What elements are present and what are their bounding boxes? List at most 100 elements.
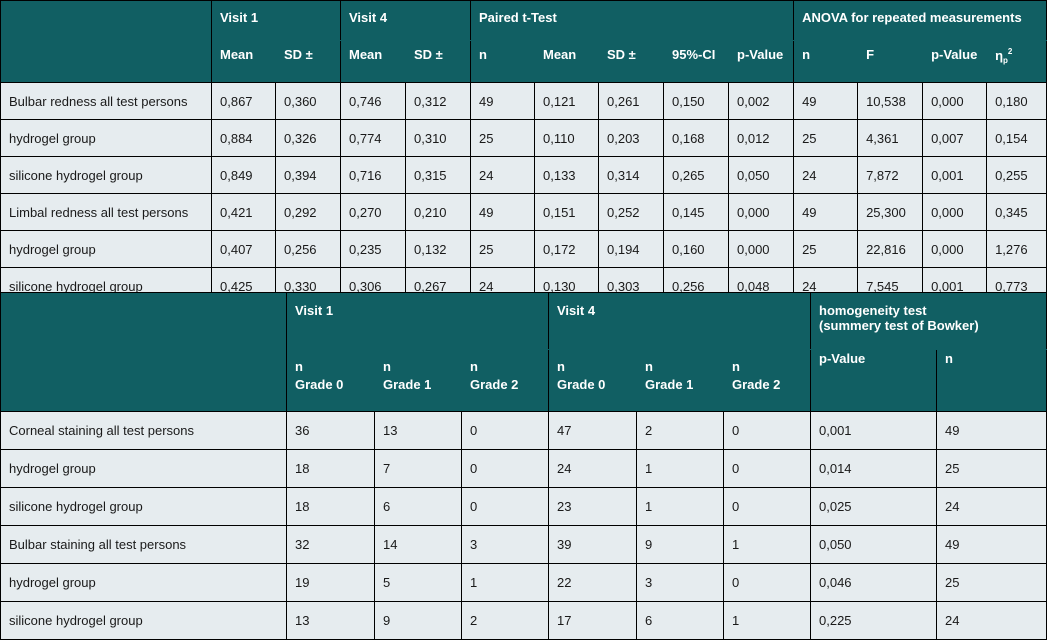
table-cell: 6 (374, 487, 462, 526)
table-cell: 0,345 (986, 193, 1048, 231)
row-label: Bulbar redness all test persons (0, 82, 212, 120)
table-cell: 0,716 (340, 156, 406, 194)
redness-table: Visit 1 Visit 4 Paired t-Test ANOVA for … (0, 0, 1048, 305)
table-cell: 0,252 (598, 193, 664, 231)
table-cell: 0,145 (663, 193, 729, 231)
table-cell: 24 (793, 156, 859, 194)
table-cell: 25 (793, 230, 859, 268)
table-cell: 0,151 (534, 193, 599, 231)
table-cell: 36 (286, 411, 375, 450)
table-cell: 0,000 (922, 82, 988, 120)
table-cell: 18 (286, 487, 375, 526)
table-cell: 0,000 (922, 193, 988, 231)
table-cell: 0,256 (275, 230, 341, 268)
row-label: hydrogel group (0, 449, 287, 488)
table-row: silicone hydrogel group 13 9 2 17 6 1 0,225 24 (0, 601, 1047, 640)
col-header-n-label: n (645, 359, 653, 374)
table-cell: 47 (548, 411, 637, 450)
staining-group-header-row: Visit 1 Visit 4 homogeneity test (summery… (0, 292, 1047, 412)
row-label: Bulbar staining all test persons (0, 525, 287, 564)
table-cell: 1 (636, 487, 724, 526)
table-cell: 0,270 (340, 193, 406, 231)
table-row: Bulbar staining all test persons 32 14 3 39 9… (0, 525, 1047, 564)
table-cell: 23 (548, 487, 637, 526)
table-cell: 0,001 (810, 411, 937, 450)
col-header-grade1: n Grade 1 (374, 349, 462, 412)
table-cell: 1 (636, 449, 724, 488)
table-cell: 24 (548, 449, 637, 488)
col-header-grade0: n Grade 0 (286, 349, 375, 412)
col-header-sd: SD ± (275, 40, 341, 83)
table-cell: 49 (936, 411, 1047, 450)
table-cell: 7,872 (857, 156, 924, 194)
table-cell: 0,000 (727, 230, 795, 268)
col-header-grade-label: Grade 2 (732, 377, 781, 392)
col-header-eta: ηp2 (986, 40, 1048, 83)
table-cell: 2 (636, 411, 724, 450)
col-header-n: n (470, 40, 535, 83)
col-header-grade2: n Grade 2 (461, 349, 549, 412)
col-header-sd: SD ± (598, 40, 664, 83)
col-header-p-value: p-Value (810, 349, 937, 412)
group-header-visit4: Visit 4 (548, 292, 811, 350)
col-header-n-label: n (383, 359, 391, 374)
table-cell: 0,360 (275, 82, 341, 120)
table-cell: 0,002 (727, 82, 795, 120)
table-cell: 25 (470, 230, 535, 268)
table-cell: 6 (636, 601, 724, 640)
table-cell: 0 (723, 487, 811, 526)
table-row: hydrogel group 19 5 1 22 3 0 0,046 25 (0, 563, 1047, 602)
table-cell: 9 (374, 601, 462, 640)
table-cell: 17 (548, 601, 637, 640)
redness-group-header-row: Visit 1 Visit 4 Paired t-Test ANOVA for … (0, 0, 1048, 83)
table-cell: 0,421 (211, 193, 276, 231)
table-cell: 0,110 (534, 119, 599, 157)
redness-table-body: Bulbar redness all test persons 0,867 0,36… (0, 82, 1048, 305)
table-row: hydrogel group 0,884 0,326 0,774 0,310 25 0,11… (0, 119, 1048, 157)
table-row: silicone hydrogel group 18 6 0 23 1 0 0,025 24 (0, 487, 1047, 526)
group-header-visit1: Visit 1 (211, 0, 341, 41)
table-cell: 25 (793, 119, 859, 157)
table-cell: 0,007 (922, 119, 988, 157)
table-cell: 0,000 (922, 230, 988, 268)
table-cell: 0,407 (211, 230, 276, 268)
group-header-visit1: Visit 1 (286, 292, 549, 350)
table-cell: 0,849 (211, 156, 276, 194)
col-header-mean: Mean (534, 40, 599, 83)
table-cell: 0,168 (663, 119, 729, 157)
col-header-grade-label: Grade 1 (645, 377, 694, 392)
table-cell: 25 (470, 119, 535, 157)
table-cell: 0,160 (663, 230, 729, 268)
table-cell: 0,774 (340, 119, 406, 157)
table-cell: 0,326 (275, 119, 341, 157)
col-header-grade-label: Grade 0 (557, 377, 606, 392)
group-header-anova: ANOVA for repeated measurements (793, 0, 1048, 41)
row-label: Limbal redness all test persons (0, 193, 212, 231)
col-header-grade-label: Grade 2 (470, 377, 519, 392)
table-cell: 0,014 (810, 449, 937, 488)
table-row: silicone hydrogel group 0,849 0,394 0,716 0,… (0, 156, 1048, 194)
group-header-homogeneity-test: homogeneity test (summery test of Bowker) (810, 292, 1047, 350)
table-cell: 7 (374, 449, 462, 488)
table-cell: 0,310 (405, 119, 471, 157)
col-header-n: n (936, 349, 1047, 412)
table-cell: 0,050 (810, 525, 937, 564)
col-header-p-value: p-Value (727, 40, 795, 83)
table-cell: 49 (470, 82, 535, 120)
table-cell: 49 (470, 193, 535, 231)
table-cell: 4,361 (857, 119, 924, 157)
staining-table-body: Corneal staining all test persons 36 13 0 47… (0, 411, 1047, 640)
table-cell: 24 (936, 601, 1047, 640)
group-header-paired-t-test: Paired t-Test (469, 0, 795, 41)
table-cell: 24 (470, 156, 535, 194)
col-header-grade2: n Grade 2 (723, 349, 811, 412)
table-cell: 18 (286, 449, 375, 488)
table-cell: 0 (723, 411, 811, 450)
eta-symbol: η (995, 48, 1004, 63)
table-row: Corneal staining all test persons 36 13 0 47… (0, 411, 1047, 450)
table-cell: 0,150 (663, 82, 729, 120)
table-cell: 0 (723, 449, 811, 488)
table-cell: 24 (936, 487, 1047, 526)
table-cell: 0,001 (922, 156, 988, 194)
table-cell: 32 (286, 525, 375, 564)
